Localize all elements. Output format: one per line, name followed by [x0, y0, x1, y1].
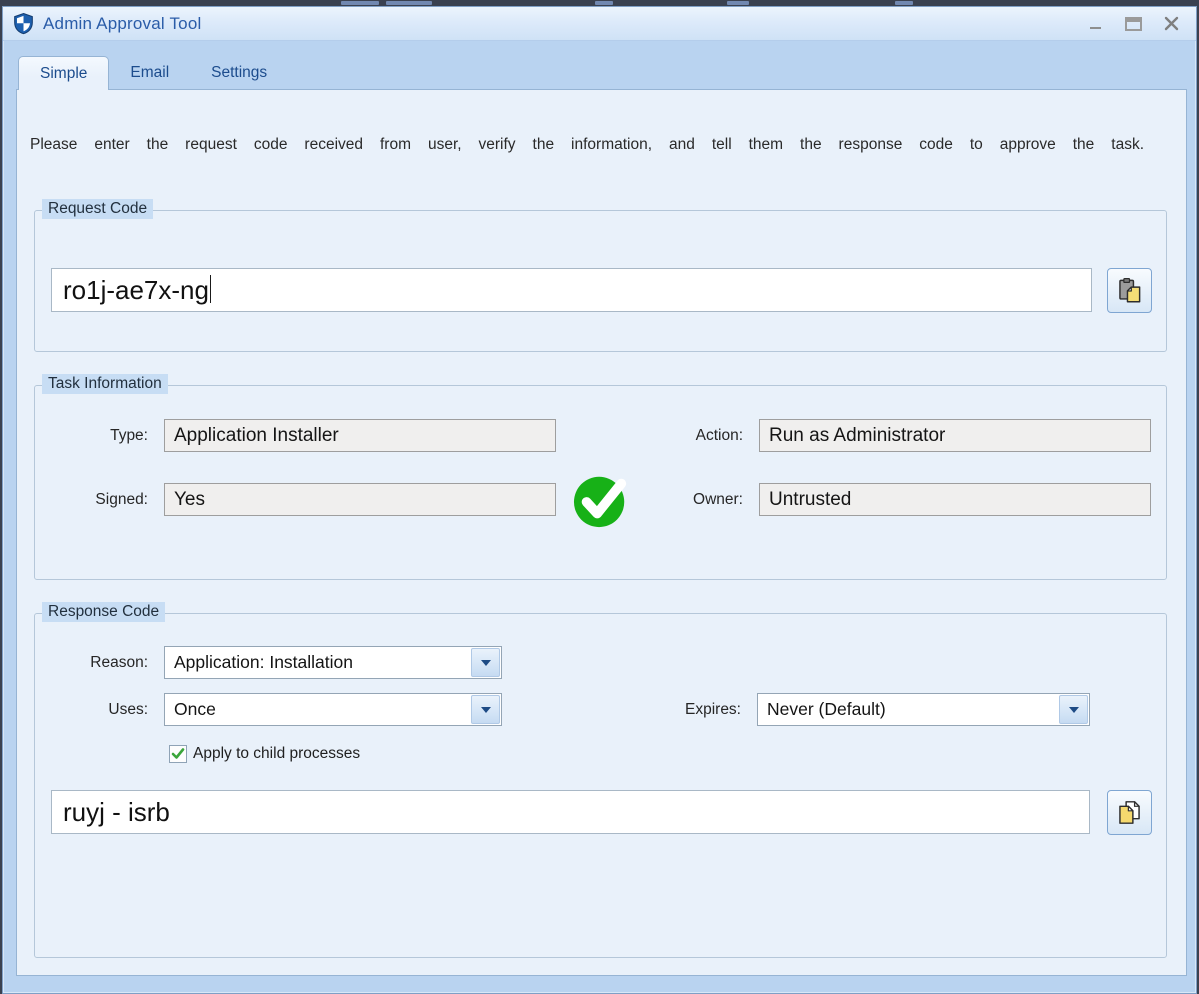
background-fragment — [341, 1, 379, 5]
window-title: Admin Approval Tool — [43, 14, 1087, 34]
signed-field[interactable]: Yes — [164, 483, 556, 516]
action-label: Action: — [655, 427, 743, 445]
owner-label: Owner: — [655, 491, 743, 509]
app-window: Admin Approval Tool Simple Email Setting… — [2, 6, 1197, 994]
apply-children-checkbox[interactable] — [169, 745, 187, 763]
expires-select[interactable]: Never (Default) — [757, 693, 1090, 726]
tab-simple[interactable]: Simple — [18, 56, 109, 90]
chevron-down-icon — [481, 660, 491, 666]
uses-dropdown-button[interactable] — [471, 695, 500, 724]
response-code-value: ruyj - isrb — [63, 797, 170, 827]
copy-button[interactable] — [1107, 790, 1152, 835]
reason-value: Application: Installation — [165, 647, 470, 678]
request-code-group-label: Request Code — [42, 199, 153, 219]
expires-label: Expires: — [647, 701, 741, 719]
green-check-icon — [573, 471, 631, 529]
copy-icon — [1116, 799, 1143, 826]
owner-field[interactable]: Untrusted — [759, 483, 1151, 516]
background-fragment — [895, 1, 913, 5]
instruction-text: Please enter the request code received f… — [30, 136, 1144, 154]
chevron-down-icon — [1069, 707, 1079, 713]
text-caret — [210, 275, 211, 303]
uses-value: Once — [165, 694, 470, 725]
signed-label: Signed: — [53, 491, 148, 509]
close-button[interactable] — [1163, 15, 1180, 32]
request-code-input[interactable]: ro1j-ae7x-ng — [51, 268, 1092, 312]
maximize-button[interactable] — [1125, 15, 1142, 32]
window-body: Simple Email Settings Please enter the r… — [3, 41, 1196, 993]
expires-value: Never (Default) — [758, 694, 1058, 725]
background-fragment — [727, 1, 749, 5]
uses-select[interactable]: Once — [164, 693, 502, 726]
request-code-value: ro1j-ae7x-ng — [63, 275, 209, 305]
type-field[interactable]: Application Installer — [164, 419, 556, 452]
shield-icon — [12, 12, 35, 35]
title-bar: Admin Approval Tool — [3, 7, 1196, 41]
tab-settings[interactable]: Settings — [190, 56, 288, 89]
task-information-group-label: Task Information — [42, 374, 168, 394]
minimize-button[interactable] — [1087, 15, 1104, 32]
checkmark-icon — [171, 747, 185, 761]
response-code-output[interactable]: ruyj - isrb — [51, 790, 1090, 834]
response-code-group-label: Response Code — [42, 602, 165, 622]
background-fragment — [386, 1, 432, 5]
apply-children-label: Apply to child processes — [193, 745, 360, 763]
background-fragment — [595, 1, 613, 5]
paste-icon — [1116, 277, 1143, 304]
response-code-group: Response Code Reason: Application: Insta… — [34, 613, 1167, 958]
tab-email[interactable]: Email — [109, 56, 190, 89]
action-field[interactable]: Run as Administrator — [759, 419, 1151, 452]
paste-button[interactable] — [1107, 268, 1152, 313]
task-information-group: Task Information Type: Application Insta… — [34, 385, 1167, 580]
request-code-group: Request Code ro1j-ae7x-ng — [34, 210, 1167, 352]
uses-label: Uses: — [53, 701, 148, 719]
reason-label: Reason: — [53, 654, 148, 672]
simple-tab-panel: Please enter the request code received f… — [16, 89, 1187, 976]
type-label: Type: — [53, 427, 148, 445]
reason-dropdown-button[interactable] — [471, 648, 500, 677]
expires-dropdown-button[interactable] — [1059, 695, 1088, 724]
chevron-down-icon — [481, 707, 491, 713]
tab-strip: Simple Email Settings — [18, 56, 288, 89]
reason-select[interactable]: Application: Installation — [164, 646, 502, 679]
